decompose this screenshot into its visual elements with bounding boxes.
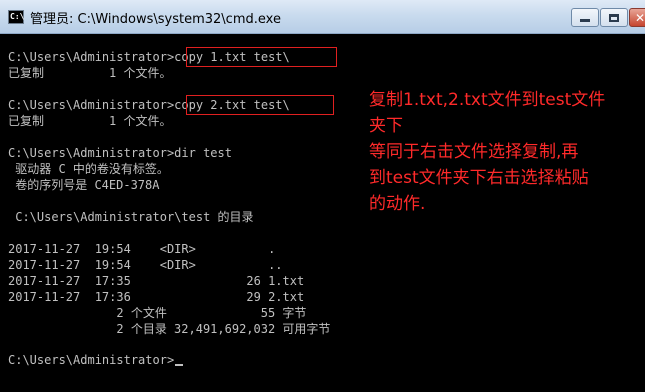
- annotation-line: 复制1.txt,2.txt文件到test文件: [369, 90, 606, 110]
- maximize-icon: [609, 13, 619, 22]
- console-line: 2017-11-27 17:36 29 2.txt: [8, 290, 305, 304]
- title-bar[interactable]: C:\ 管理员: C:\Windows\system32\cmd.exe ✕: [0, 0, 645, 34]
- text-cursor: [175, 364, 184, 366]
- annotation-line: 的动作.: [369, 194, 426, 214]
- highlight-box: [186, 95, 334, 115]
- console-line: 2 个文件 55 字节: [8, 306, 307, 320]
- console-line: C:\Users\Administrator\test 的目录: [8, 210, 254, 224]
- console-line: 2017-11-27 17:35 26 1.txt: [8, 274, 305, 288]
- maximize-button[interactable]: [600, 8, 628, 27]
- cmd-icon: C:\: [8, 10, 24, 24]
- prompt-line[interactable]: C:\Users\Administrator>: [8, 353, 184, 367]
- annotation-line: 等同于右击文件选择复制,再: [369, 142, 579, 162]
- minimize-button[interactable]: [571, 8, 599, 27]
- console-line: 驱动器 C 中的卷没有标签。: [8, 162, 169, 176]
- console-line: 已复制 1 个文件。: [8, 66, 172, 80]
- console-line: 2017-11-27 19:54 <DIR> .: [8, 242, 276, 256]
- console-line: 2017-11-27 19:54 <DIR> ..: [8, 258, 283, 272]
- highlight-box: [186, 47, 337, 67]
- window-title: 管理员: C:\Windows\system32\cmd.exe: [30, 12, 281, 27]
- console-line: 卷的序列号是 C4ED-378A: [8, 178, 160, 192]
- minimize-icon: [580, 19, 590, 22]
- console-line: C:\Users\Administrator>dir test: [8, 146, 232, 160]
- console-area[interactable]: C:\Users\Administrator>copy 1.txt test\ …: [0, 34, 645, 392]
- prompt-text: C:\Users\Administrator>: [8, 353, 175, 367]
- annotation-line: 到test文件夹下右击选择粘贴: [369, 168, 589, 188]
- console-line: 已复制 1 个文件。: [8, 114, 172, 128]
- close-icon: ✕: [634, 10, 645, 25]
- console-line: 2 个目录 32,491,692,032 可用字节: [8, 322, 331, 336]
- annotation-line: 夹下: [369, 116, 403, 136]
- close-button[interactable]: ✕: [629, 8, 645, 27]
